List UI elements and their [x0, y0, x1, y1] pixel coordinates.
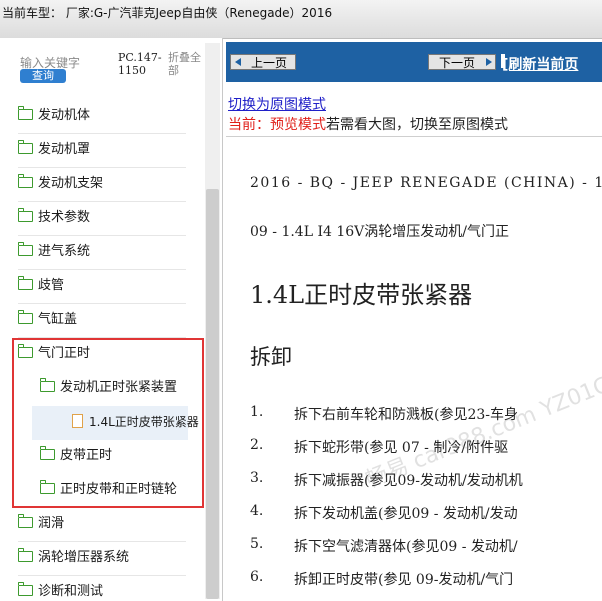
step-number: 6.: [250, 569, 264, 585]
folder-icon: [17, 548, 33, 562]
step-number: 2.: [250, 437, 264, 453]
search-button[interactable]: 查询: [20, 69, 66, 83]
arrow-right-icon: [486, 58, 492, 66]
tree-node-label: 气缸盖: [38, 312, 78, 327]
arrow-left-icon: [235, 58, 241, 66]
folder-icon: [17, 140, 33, 154]
next-page-label: 下一页: [439, 56, 476, 70]
folder-icon: [17, 106, 33, 120]
divider: [18, 269, 186, 270]
folder-icon: [17, 174, 33, 188]
document-panel: 上一页 下一页 [刷新当前页 切换为原图模式 当前：预览模式若需看大图，切换至原…: [226, 42, 602, 601]
mode-status: 当前：预览模式若需看大图，切换至原图模式: [228, 114, 508, 134]
tree-node-label: 发动机体: [38, 108, 91, 123]
divider: [18, 575, 186, 576]
vehicle-bar: 当前车型： 厂家:G-广汽菲克Jeep自由侠（Renegade）2016: [0, 0, 602, 39]
folder-icon: [17, 582, 33, 596]
tree-node[interactable]: 技术参数: [17, 205, 91, 231]
folder-icon: [17, 208, 33, 222]
section-heading: 拆卸: [250, 345, 292, 369]
step-number: 1.: [250, 404, 264, 420]
prev-page-button[interactable]: 上一页: [230, 54, 296, 70]
tree-node[interactable]: 发动机体: [17, 103, 91, 129]
tree-node-label: 发动机罩: [38, 142, 91, 157]
tree-node[interactable]: 润滑: [17, 511, 65, 537]
tree-node[interactable]: 进气系统: [17, 239, 91, 265]
step-number: 3.: [250, 470, 264, 486]
doc-code: PC.147-1150: [118, 51, 162, 77]
switch-original-mode-link[interactable]: 切换为原图模式: [228, 94, 326, 114]
folder-icon: [17, 276, 33, 290]
refresh-page-link[interactable]: [刷新当前页: [502, 54, 578, 74]
folder-icon: [17, 242, 33, 256]
prev-page-label: 上一页: [251, 56, 288, 70]
folder-icon: [17, 310, 33, 324]
step-text: 拆下发动机盖(参见09 - 发动机/发动: [294, 506, 518, 522]
doc-header-line: 2016 - BQ - JEEP RENEGADE (CHINA) - 1: [250, 175, 602, 191]
divider: [18, 133, 186, 134]
left-panel: 输入关键字 查询 PC.147-1150 折叠全部 发动机体 发动机罩 发动机支…: [0, 38, 223, 601]
divider: [18, 541, 186, 542]
tree-node-label: 歧管: [38, 278, 65, 293]
tree-node-label: 润滑: [38, 516, 65, 531]
doc-title: 1.4L正时皮带张紧器: [250, 281, 473, 309]
tree-node[interactable]: 发动机支架: [17, 171, 104, 197]
doc-header-line: 09 - 1.4L I4 16V涡轮增压发动机/气门正: [250, 224, 509, 240]
tree-node[interactable]: 涡轮增压器系统: [17, 545, 130, 571]
page-toolbar: 上一页 下一页 [刷新当前页: [226, 42, 602, 82]
step-text: 拆卸正时皮带(参见 09-发动机/气门: [294, 572, 514, 588]
tree-node[interactable]: 诊断和测试: [17, 579, 104, 601]
tree-scrollbar[interactable]: [205, 43, 220, 599]
collapse-all-button[interactable]: 折叠全部: [168, 51, 208, 77]
vehicle-title: 当前车型： 厂家:G-广汽菲克Jeep自由侠（Renegade）2016: [2, 6, 333, 20]
folder-icon: [17, 514, 33, 528]
tree-node-label: 涡轮增压器系统: [38, 550, 130, 565]
scrollbar-thumb[interactable]: [206, 189, 219, 599]
mode-current: 预览模式: [270, 117, 326, 133]
tree-node[interactable]: 气缸盖: [17, 307, 78, 333]
tree-node-label: 发动机支架: [38, 176, 104, 191]
divider: [226, 136, 602, 137]
step-number: 4.: [250, 503, 264, 519]
step-text: 拆下空气滤清器体(参见09 - 发动机/: [294, 539, 518, 555]
step-number: 5.: [250, 536, 264, 552]
highlight-box: [12, 338, 204, 508]
divider: [18, 201, 186, 202]
tree-node[interactable]: 歧管: [17, 273, 65, 299]
tree-node-label: 诊断和测试: [38, 584, 104, 599]
divider: [18, 303, 186, 304]
next-page-button[interactable]: 下一页: [428, 54, 496, 70]
divider: [18, 167, 186, 168]
mode-hint: 若需看大图，切换至原图模式: [326, 117, 508, 133]
mode-prefix: 当前：: [228, 117, 270, 133]
tree-node-label: 进气系统: [38, 244, 91, 259]
divider: [18, 235, 186, 236]
tree-node-label: 技术参数: [38, 210, 91, 225]
tree-node[interactable]: 发动机罩: [17, 137, 91, 163]
